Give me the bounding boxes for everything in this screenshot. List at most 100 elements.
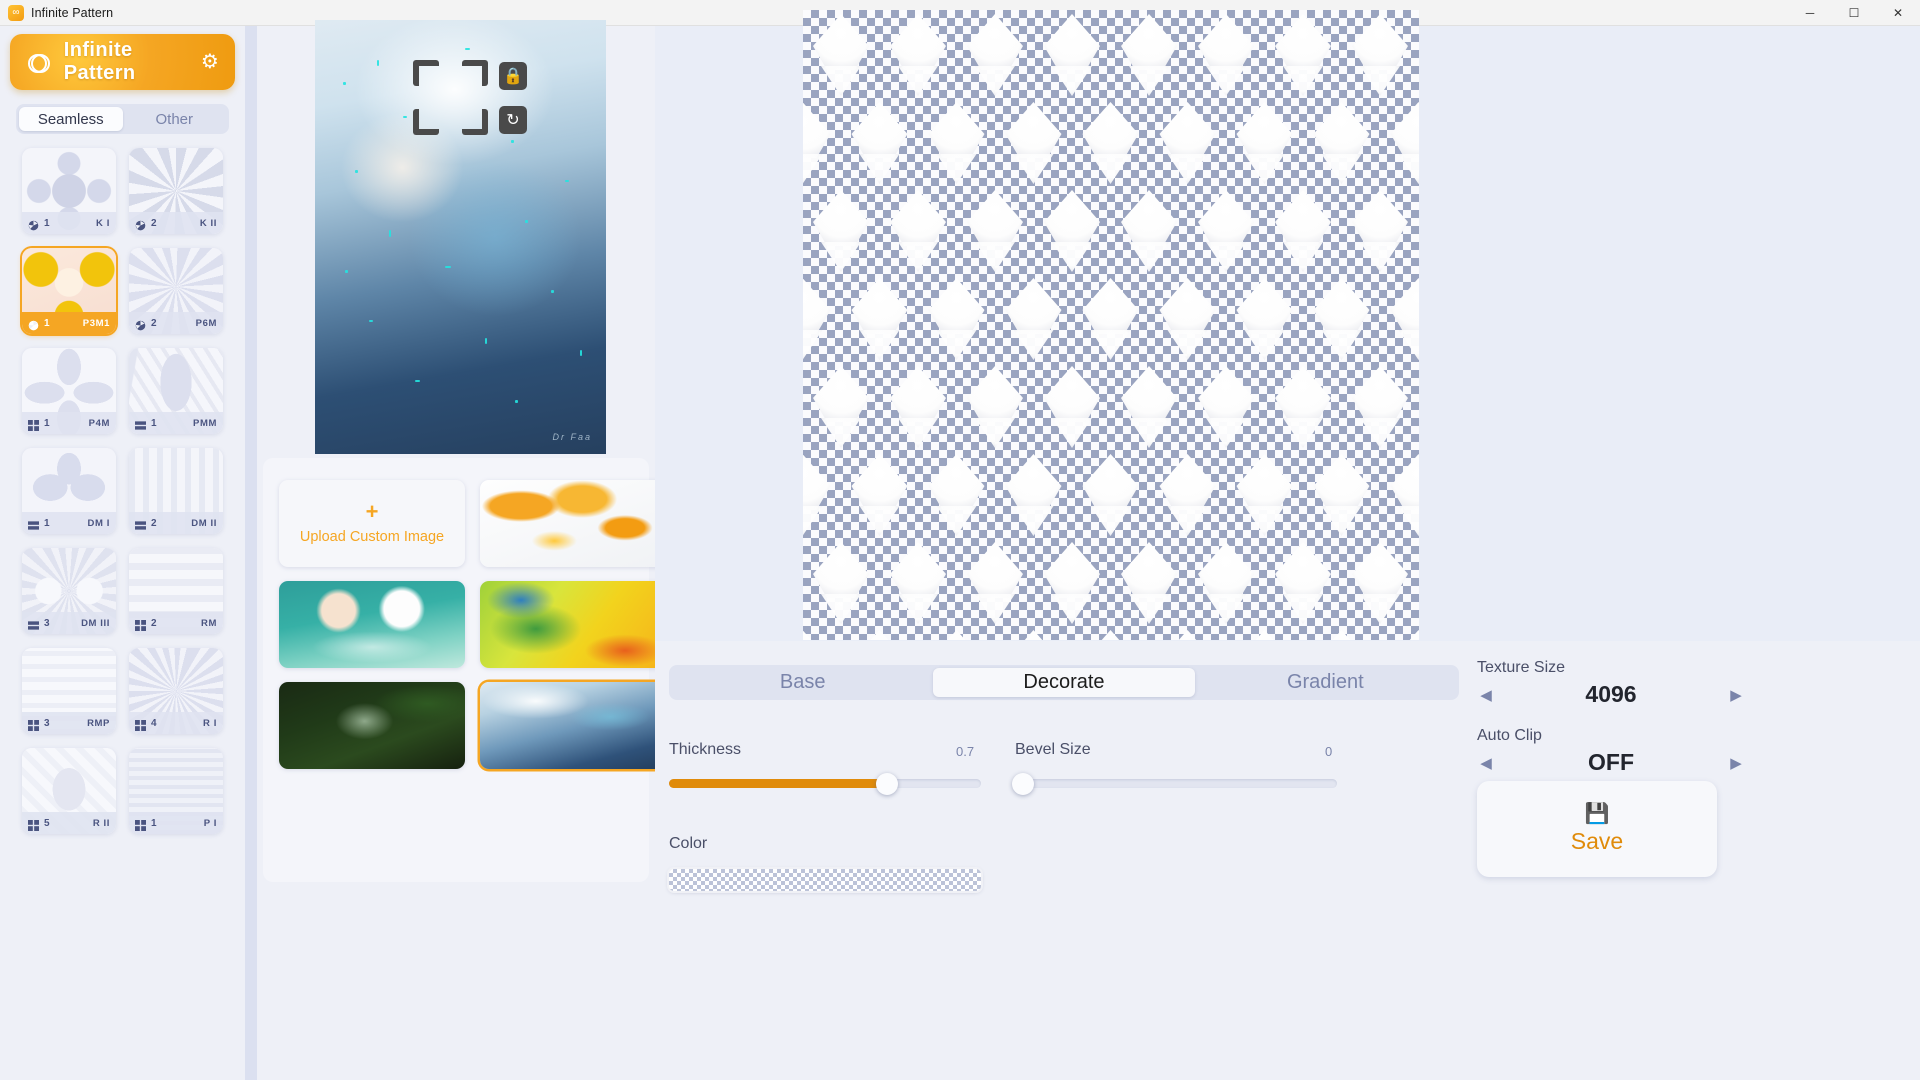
sparkle-particle xyxy=(343,82,346,85)
thickness-slider-knob[interactable] xyxy=(876,772,899,795)
upload-custom-image-button[interactable]: + Upload Custom Image xyxy=(279,480,465,567)
pattern-thumb-dm-iii[interactable]: 3 DM III xyxy=(22,548,116,634)
list-item[interactable] xyxy=(279,682,465,769)
grid-symmetry-icon xyxy=(28,718,39,731)
rotation-symmetry-icon xyxy=(135,318,146,330)
pattern-thumb-p6m[interactable]: 2 P6M xyxy=(129,248,223,334)
tab-decorate[interactable]: Decorate xyxy=(933,668,1195,697)
pattern-thumb-r-ii[interactable]: 5 R II xyxy=(22,748,116,834)
auto-clip-previous-icon[interactable]: ◀ xyxy=(1477,754,1495,772)
lock-icon[interactable]: 🔒 xyxy=(499,62,527,90)
crop-handle-bottom-right[interactable] xyxy=(462,109,488,135)
list-item[interactable] xyxy=(480,682,666,769)
save-button[interactable]: 💾 Save xyxy=(1477,781,1717,877)
rotate-icon[interactable]: ↻ xyxy=(499,106,527,134)
controls-left: Base Decorate Gradient Thickness 0.7 Bev… xyxy=(663,665,1463,1065)
thickness-control: Thickness 0.7 xyxy=(669,741,989,795)
auto-clip-value: OFF xyxy=(1588,749,1634,775)
green-yellow-artwork xyxy=(480,581,666,668)
list-item[interactable] xyxy=(480,581,666,668)
pattern-meta: 4 R I xyxy=(129,712,223,734)
sparkle-particle xyxy=(580,350,582,356)
maximize-button[interactable]: ☐ xyxy=(1832,0,1876,26)
tab-seamless[interactable]: Seamless xyxy=(19,107,123,131)
two-bathers-artwork xyxy=(279,581,465,668)
brand-header: Infinite Pattern ⚙ xyxy=(10,34,235,90)
pattern-meta: 2 K II xyxy=(129,212,223,234)
texture-size-stepper[interactable]: ◀ 4096 ▶ xyxy=(1477,681,1745,708)
pattern-number: 1 xyxy=(44,217,50,229)
crop-selection[interactable]: 🔒 ↻ xyxy=(413,60,527,135)
artwork-signature: Dr Faa xyxy=(552,432,592,442)
sparkle-particle xyxy=(485,338,487,344)
pattern-number: 1 xyxy=(44,417,50,429)
pattern-thumb-p-i[interactable]: 1 P I xyxy=(129,748,223,834)
pattern-number: 2 xyxy=(151,617,157,629)
crop-handle-top-left[interactable] xyxy=(413,60,439,86)
list-item[interactable] xyxy=(279,581,465,668)
pattern-code: DM II xyxy=(191,517,217,529)
crop-handle-top-right[interactable] xyxy=(462,60,488,86)
pattern-thumb-dm-i[interactable]: 1 DM I xyxy=(22,448,116,534)
texture-size-decrease-icon[interactable]: ◀ xyxy=(1477,686,1495,704)
thickness-slider[interactable] xyxy=(669,772,981,795)
color-swatch[interactable] xyxy=(669,869,981,891)
minimize-button[interactable]: ─ xyxy=(1788,0,1832,26)
auto-clip-stepper[interactable]: ◀ OFF ▶ xyxy=(1477,749,1745,776)
pattern-code: R I xyxy=(203,717,217,729)
crop-handle-bottom-left[interactable] xyxy=(413,109,439,135)
gear-icon[interactable]: ⚙ xyxy=(201,51,219,73)
brand-title: Infinite Pattern xyxy=(63,39,136,84)
pattern-number: 1 xyxy=(151,817,157,829)
texture-size-value: 4096 xyxy=(1585,681,1637,707)
bevel-size-slider-knob[interactable] xyxy=(1012,772,1034,795)
blue-character-artwork xyxy=(480,682,666,769)
pattern-meta: 1 PMM xyxy=(129,412,223,434)
pattern-thumb-pmm[interactable]: 1 PMM xyxy=(129,348,223,434)
auto-clip-label: Auto Clip xyxy=(1477,727,1542,744)
pattern-thumb-p4m[interactable]: 1 P4M xyxy=(22,348,116,434)
pattern-number: 4 xyxy=(151,717,157,729)
pattern-thumb-p3m1[interactable]: 1 P3M1 xyxy=(22,248,116,334)
generated-pattern xyxy=(736,0,1524,800)
bars-symmetry-icon xyxy=(135,418,146,430)
pattern-code: RMP xyxy=(87,717,110,729)
pattern-meta: 1 P4M xyxy=(22,412,116,434)
controls-tab-group: Base Decorate Gradient xyxy=(669,665,1459,700)
tab-base[interactable]: Base xyxy=(672,668,933,697)
orange-leaves-artwork xyxy=(480,480,666,567)
middle-column: Dr Faa 🔒 ↻ + Upload Custom Image xyxy=(245,20,666,1080)
tab-other[interactable]: Other xyxy=(123,107,227,131)
pattern-number: 3 xyxy=(44,617,50,629)
thickness-label: Thickness xyxy=(669,741,742,758)
pattern-meta: 3 RMP xyxy=(22,712,116,734)
pattern-meta: 1 P3M1 xyxy=(22,312,116,334)
sparkle-particle xyxy=(355,170,358,173)
rotation-symmetry-icon xyxy=(28,218,39,230)
sparkle-particle xyxy=(369,320,373,322)
pattern-meta: 2 DM II xyxy=(129,512,223,534)
texture-size-increase-icon[interactable]: ▶ xyxy=(1727,686,1745,704)
pattern-thumb-dm-ii[interactable]: 2 DM II xyxy=(129,448,223,534)
pattern-canvas-area xyxy=(655,0,1920,800)
pattern-thumb-r-i[interactable]: 4 R I xyxy=(129,648,223,734)
pattern-number: 1 xyxy=(44,517,50,529)
pattern-thumb-k-ii[interactable]: 2 K II xyxy=(129,148,223,234)
pattern-thumb-k-i[interactable]: 1 K I xyxy=(22,148,116,234)
grid-symmetry-icon xyxy=(135,818,146,831)
close-button[interactable]: ✕ xyxy=(1876,0,1920,26)
infinity-loops-icon xyxy=(28,54,50,73)
pattern-code: PMM xyxy=(193,417,217,429)
tab-gradient[interactable]: Gradient xyxy=(1195,668,1456,697)
pattern-thumb-rm[interactable]: 2 RM xyxy=(129,548,223,634)
image-preview[interactable]: Dr Faa 🔒 ↻ xyxy=(315,20,606,454)
pattern-code: P I xyxy=(203,817,217,829)
auto-clip-next-icon[interactable]: ▶ xyxy=(1727,754,1745,772)
pattern-thumb-rmp[interactable]: 3 RMP xyxy=(22,648,116,734)
sparkle-particle xyxy=(403,116,407,118)
list-item[interactable] xyxy=(480,480,666,567)
pattern-canvas[interactable] xyxy=(736,0,1524,800)
middle-panel: Dr Faa 🔒 ↻ + Upload Custom Image xyxy=(257,20,666,1080)
bevel-size-slider[interactable] xyxy=(1012,772,1337,795)
pattern-meta: 1 DM I xyxy=(22,512,116,534)
